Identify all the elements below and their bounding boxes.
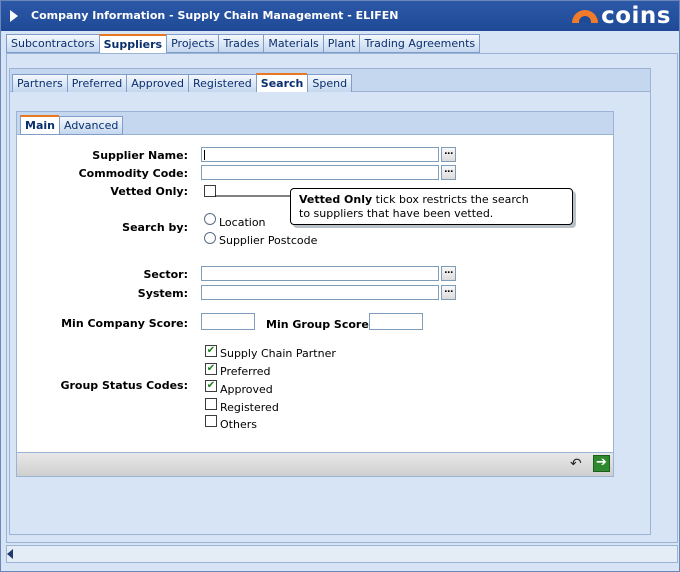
title-bar: Company Information - Supply Chain Manag… (1, 1, 679, 31)
tab-advanced[interactable]: Advanced (58, 116, 124, 135)
tab-trades[interactable]: Trades (218, 34, 264, 53)
play-icon (10, 10, 18, 22)
action-bar (16, 452, 614, 477)
coins-logo: coins (572, 3, 671, 29)
search-by-location-label: Location (219, 216, 266, 229)
status-registered-label: Registered (220, 401, 279, 414)
status-preferred-checkbox[interactable]: ✔ (205, 363, 217, 375)
logo-mark-icon (572, 8, 599, 24)
status-registered-checkbox[interactable] (205, 398, 217, 410)
tab-materials[interactable]: Materials (263, 34, 323, 53)
status-others-checkbox[interactable] (205, 415, 217, 427)
scroll-left-arrow-icon[interactable] (7, 549, 13, 559)
commodity-code-lookup-button[interactable]: ... (441, 165, 456, 180)
undo-icon[interactable]: ↶ (570, 457, 584, 471)
supplier-name-label: Supplier Name: (92, 149, 188, 162)
window-title: Company Information - Supply Chain Manag… (31, 9, 399, 22)
supplier-name-lookup-button[interactable]: ... (441, 147, 456, 162)
min-group-score-label: Min Group Score: (266, 318, 374, 331)
tab-main[interactable]: Main (20, 115, 59, 135)
commodity-code-input[interactable] (201, 165, 439, 180)
tab-search[interactable]: Search (255, 73, 308, 93)
status-preferred-label: Preferred (220, 365, 271, 378)
sector-label: Sector: (143, 268, 188, 281)
status-approved-label: Approved (220, 383, 273, 396)
sector-input[interactable] (201, 266, 439, 281)
group-status-codes-label: Group Status Codes: (60, 379, 188, 392)
sub-tabs: Partners Preferred Approved Registered S… (12, 73, 353, 94)
system-input[interactable] (201, 285, 439, 300)
app-window: Company Information - Supply Chain Manag… (0, 0, 680, 572)
tab-plant[interactable]: Plant (322, 34, 360, 53)
commodity-code-label: Commodity Code: (78, 167, 188, 180)
search-by-location-radio[interactable] (204, 213, 216, 225)
min-company-score-label: Min Company Score: (61, 317, 188, 330)
search-by-label: Search by: (122, 221, 188, 234)
tab-trading-agreements[interactable]: Trading Agreements (359, 34, 481, 53)
tab-registered[interactable]: Registered (187, 74, 256, 93)
sector-lookup-button[interactable]: ... (441, 266, 456, 281)
vetted-only-label: Vetted Only: (110, 185, 188, 198)
tab-projects[interactable]: Projects (166, 34, 219, 53)
tab-approved[interactable]: Approved (126, 74, 188, 93)
callout-pointer (215, 195, 291, 197)
search-by-postcode-label: Supplier Postcode (219, 234, 318, 247)
horizontal-scrollbar[interactable] (6, 545, 678, 563)
inner-tabs: Main Advanced (20, 115, 124, 135)
supplier-name-input[interactable] (201, 147, 439, 162)
search-form (16, 135, 614, 475)
tab-partners[interactable]: Partners (12, 74, 67, 93)
min-group-score-input[interactable] (369, 313, 423, 330)
logo-text: coins (601, 3, 671, 29)
system-label: System: (137, 287, 188, 300)
callout-bold-text: Vetted Only (299, 193, 373, 206)
tab-spend[interactable]: Spend (307, 74, 353, 93)
tab-subcontractors[interactable]: Subcontractors (6, 34, 99, 53)
callout-text-line1: tick box restricts the search (372, 193, 529, 206)
search-by-postcode-radio[interactable] (204, 232, 216, 244)
callout-text-line2: to suppliers that have been vetted. (299, 207, 494, 220)
status-others-label: Others (220, 418, 257, 431)
top-tab-bar: Subcontractors Suppliers Projects Trades… (6, 34, 481, 54)
tab-preferred[interactable]: Preferred (66, 74, 127, 93)
status-supply-chain-partner-checkbox[interactable]: ✔ (205, 345, 217, 357)
min-company-score-input[interactable] (201, 313, 255, 330)
arrow-right-icon[interactable]: ➔ (593, 455, 610, 472)
system-lookup-button[interactable]: ... (441, 285, 456, 300)
status-supply-chain-partner-label: Supply Chain Partner (220, 347, 336, 360)
status-approved-checkbox[interactable]: ✔ (205, 380, 217, 392)
tab-suppliers[interactable]: Suppliers (98, 34, 167, 54)
vetted-only-callout: Vetted Only tick box restricts the searc… (290, 188, 573, 225)
